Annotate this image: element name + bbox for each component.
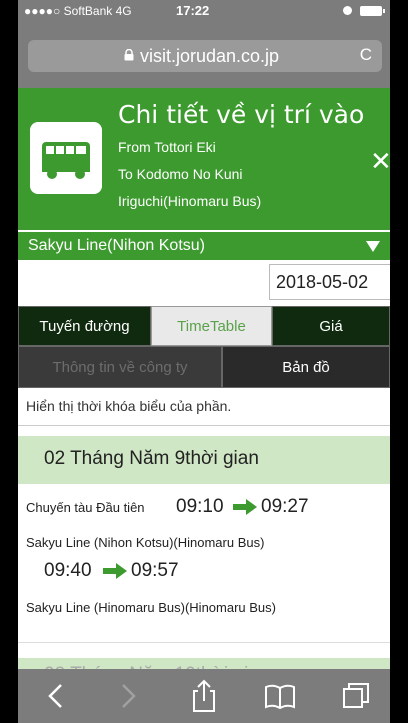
share-icon[interactable]	[184, 669, 224, 723]
location-icon	[343, 6, 352, 15]
tab-fare[interactable]: Giá	[272, 306, 390, 346]
timetable-group-header: 02 Tháng Năm 9thời gian	[18, 436, 390, 484]
tabs-icon[interactable]	[336, 669, 376, 723]
departure-time: 09:40	[44, 560, 92, 581]
close-icon[interactable]: ✕	[370, 146, 390, 177]
carrier-signal: ●●●●○ SoftBank 4G	[24, 4, 132, 18]
tab-company-info[interactable]: Thông tin về công ty	[18, 346, 222, 388]
arrow-right-icon	[233, 499, 257, 515]
phone-screen: ●●●●○ SoftBank 4G 17:22 visit.jorudan.co…	[18, 0, 390, 723]
page-title: Chi tiết về vị trí vào	[118, 100, 365, 129]
from-station: From Tottori Eki	[118, 139, 216, 155]
dropdown-arrow-icon	[366, 241, 380, 252]
line-name: Sakyu Line (Nihon Kotsu)(Hinomaru Bus)	[26, 535, 265, 550]
arrival-time: 09:57	[131, 560, 179, 581]
bookmarks-icon[interactable]	[260, 669, 300, 723]
tab-bar: Tuyến đường TimeTable Giá Thông tin về c…	[18, 306, 390, 388]
divider	[18, 425, 390, 426]
url-text: visit.jorudan.co.jp	[140, 46, 280, 66]
line-select[interactable]: Sakyu Line(Nihon Kotsu)	[18, 232, 390, 260]
reload-icon[interactable]: C	[360, 45, 372, 65]
tab-map[interactable]: Bản đồ	[222, 346, 390, 388]
date-input[interactable]: 2018-05-02	[269, 264, 390, 300]
lock-icon	[124, 49, 134, 61]
arrow-right-icon	[103, 563, 127, 579]
group-title: 02 Tháng Năm 9thời gian	[44, 448, 259, 469]
date-value: 2018-05-02	[276, 272, 369, 292]
first-train-label: Chuyến tàu Đầu tiên	[26, 500, 145, 515]
tab-timetable[interactable]: TimeTable	[151, 306, 272, 346]
destination-detail: Iriguchi(Hinomaru Bus)	[118, 193, 262, 209]
battery-icon	[360, 6, 385, 16]
arrival-time: 09:27	[261, 496, 309, 517]
address-bar[interactable]: visit.jorudan.co.jp C	[28, 40, 382, 72]
line-name: Sakyu Line (Hinomaru Bus)(Hinomaru Bus)	[26, 600, 276, 615]
bus-icon	[30, 122, 102, 194]
to-station: To Kodomo No Kuni	[118, 166, 243, 182]
status-bar: ●●●●○ SoftBank 4G 17:22	[18, 0, 390, 22]
divider	[18, 642, 390, 643]
tab-route[interactable]: Tuyến đường	[18, 306, 151, 346]
line-select-value: Sakyu Line(Nihon Kotsu)	[28, 237, 205, 254]
page-header: Chi tiết về vị trí vào From Tottori Eki …	[18, 88, 390, 230]
browser-chrome: visit.jorudan.co.jp C	[18, 22, 390, 88]
browser-toolbar	[18, 669, 390, 723]
forward-icon[interactable]	[108, 669, 148, 723]
departure-time: 09:10	[176, 496, 224, 517]
info-text: Hiển thị thời khóa biểu của phần.	[26, 398, 232, 414]
back-icon[interactable]	[36, 669, 76, 723]
clock: 17:22	[176, 3, 210, 18]
